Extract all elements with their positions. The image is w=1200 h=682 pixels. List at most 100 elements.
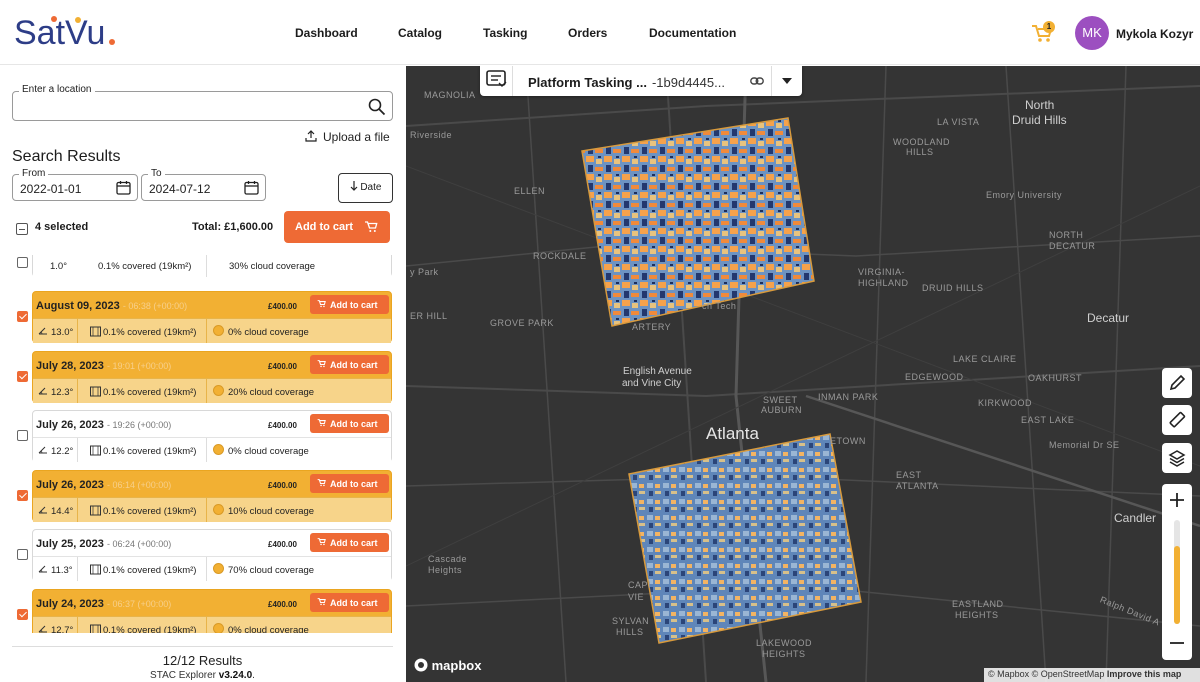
pencil-icon	[1169, 374, 1186, 391]
nav-orders[interactable]: Orders	[568, 26, 607, 40]
platform-tasking-tab[interactable]: Platform Tasking ... -1b9d4445...	[480, 66, 802, 96]
list-icon[interactable]	[486, 70, 508, 90]
draw-button[interactable]	[1162, 368, 1192, 398]
cart-icon	[317, 478, 326, 486]
link-icon[interactable]	[750, 74, 764, 88]
nav-catalog[interactable]: Catalog	[398, 26, 442, 40]
map-label: LAKE CLAIRE	[953, 354, 1017, 364]
zoom-track[interactable]	[1174, 520, 1180, 624]
select-all-checkbox[interactable]	[16, 223, 28, 235]
list-item[interactable]: July 26, 2023 - 19:26 (+00:00) £400.00 Add…	[32, 410, 392, 462]
explorer-version: v3.24.0	[218, 670, 253, 681]
tab-title: Platform Tasking ... -1b9d4445...	[528, 75, 725, 90]
map-label: ATLANTA	[896, 481, 939, 491]
add-to-cart-button[interactable]: Add to cart	[310, 473, 389, 493]
capture-date: July 26, 2023 - 19:26 (+00:00)	[36, 419, 172, 431]
row-checkbox[interactable]	[17, 430, 28, 441]
sidebar: Enter a location Upload a file Search Re…	[0, 66, 405, 682]
list-item[interactable]: July 24, 2023 - 06:37 (+00:00) £400.00 Add…	[32, 588, 392, 633]
nav-documentation[interactable]: Documentation	[649, 26, 736, 40]
search-icon[interactable]	[368, 98, 386, 116]
map-attribution: © Mapbox © OpenStreetMap Improve this ma…	[984, 668, 1200, 682]
sort-date-button[interactable]: Date	[338, 173, 393, 203]
zoom-in-icon[interactable]	[1169, 492, 1185, 508]
nav-dashboard[interactable]: Dashboard	[295, 26, 358, 40]
divider	[77, 319, 78, 343]
add-to-cart-button[interactable]: Add to cart	[310, 414, 389, 433]
explorer-prefix: STAC Explorer	[150, 670, 219, 681]
measure-button[interactable]	[1162, 405, 1192, 435]
row-checkbox[interactable]	[17, 549, 28, 560]
add-all-to-cart-button[interactable]: Add to cart	[284, 211, 390, 243]
area-covered: 0.1% covered (19km²)	[90, 445, 196, 457]
cart-icon	[317, 419, 326, 427]
off-nadir-angle: 12.7°	[38, 625, 73, 633]
cloud-coverage: 0% cloud coverage	[228, 327, 309, 338]
mapbox-icon	[414, 658, 428, 672]
item-price: £400.00	[268, 480, 297, 490]
add-to-cart-button[interactable]: Add to cart	[310, 533, 389, 552]
satvu-logo[interactable]: SatVu	[14, 14, 126, 52]
map-label: Candler	[1114, 511, 1157, 525]
add-to-cart-label: Add to cart	[330, 300, 378, 310]
upload-file-button[interactable]: Upload a file	[305, 130, 390, 144]
layers-icon	[1168, 450, 1186, 467]
row-checkbox[interactable]	[17, 608, 28, 620]
list-item[interactable]: 1.0° 0.1% covered (19km²) 30% cloud cove…	[32, 255, 392, 277]
map-label: EDGEWOOD	[905, 372, 964, 382]
avatar[interactable]: MK	[1075, 16, 1109, 50]
cart-count-badge: 1	[1043, 21, 1055, 33]
capture-date: July 28, 2023 - 19:01 (+00:00)	[36, 359, 172, 372]
off-nadir-angle-icon	[38, 446, 47, 454]
zoom-out-icon[interactable]	[1169, 635, 1185, 651]
row-checkbox[interactable]	[17, 489, 28, 501]
off-nadir-angle: 12.2°	[38, 446, 73, 457]
mapbox-logo[interactable]: mapbox	[414, 658, 481, 673]
list-divider	[12, 646, 393, 647]
row-checkbox[interactable]	[17, 311, 28, 322]
map-label: VIE	[628, 592, 645, 602]
list-item[interactable]: July 28, 2023 - 19:01 (+00:00) £400.00 Add…	[32, 350, 392, 403]
location-input-label: Enter a location	[19, 84, 95, 95]
to-date-field[interactable]: To 2024-07-12	[141, 168, 266, 201]
add-to-cart-button[interactable]: Add to cart	[310, 592, 389, 612]
cloud-icon	[213, 325, 224, 336]
divider	[206, 255, 207, 277]
cart-icon	[317, 359, 326, 367]
capture-time: - 06:38 (+00:00)	[122, 301, 188, 311]
total-price: Total: £1,600.00	[192, 221, 274, 233]
area-icon	[90, 505, 101, 515]
calendar-icon[interactable]	[244, 180, 259, 195]
off-nadir-angle-icon	[38, 625, 47, 632]
user-name[interactable]: Mykola Kozyr	[1116, 27, 1193, 41]
location-input[interactable]	[12, 91, 393, 121]
layers-button[interactable]	[1162, 443, 1192, 473]
item-details: 12.3° 0.1% covered (19km²) 20% cloud cover…	[33, 377, 391, 403]
list-item[interactable]: July 25, 2023 - 06:24 (+00:00) £400.00 Add…	[32, 529, 392, 581]
chevron-down-icon[interactable]	[782, 78, 792, 84]
attribution-text[interactable]: © Mapbox © OpenStreetMap	[988, 669, 1107, 679]
improve-map-link[interactable]: Improve this map	[1107, 669, 1182, 679]
item-price: £400.00	[268, 302, 297, 311]
row-checkbox[interactable]	[17, 370, 28, 382]
area-icon	[90, 624, 101, 633]
divider	[77, 497, 78, 522]
row-checkbox[interactable]	[17, 257, 28, 268]
ruler-icon	[1169, 411, 1186, 428]
zoom-control	[1162, 484, 1192, 660]
from-date-value: 2022-01-01	[20, 182, 82, 196]
nav-tasking[interactable]: Tasking	[483, 26, 527, 40]
map-view[interactable]: MAGNOLIA North Druid Hills LA VISTA Rive…	[406, 66, 1200, 682]
from-date-field[interactable]: From 2022-01-01	[12, 168, 138, 201]
add-to-cart-button[interactable]: Add to cart	[310, 354, 389, 374]
add-to-cart-button[interactable]: Add to cart	[310, 295, 389, 314]
list-item[interactable]: July 26, 2023 - 06:14 (+00:00) £400.00 Add…	[32, 469, 392, 522]
divider	[771, 66, 772, 96]
map-label: HEIGHTS	[762, 649, 806, 659]
list-item[interactable]: August 09, 2023 - 06:38 (+00:00) £400.00 A…	[32, 291, 392, 343]
map-label: AUBURN	[761, 405, 803, 415]
calendar-icon[interactable]	[116, 180, 131, 195]
off-nadir-angle: 11.3°	[38, 565, 73, 576]
capture-time: - 06:24 (+00:00)	[106, 539, 172, 549]
map-label: EASTLAND	[952, 599, 1004, 609]
